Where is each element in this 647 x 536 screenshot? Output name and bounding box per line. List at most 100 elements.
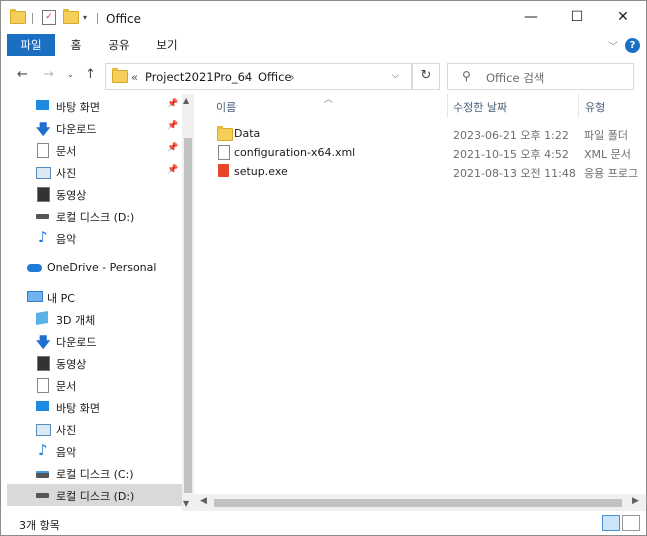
sidebar-item-3d-objects[interactable]: 3D 개체 bbox=[1, 308, 182, 330]
sidebar-scrollbar[interactable]: ▲ ▼ bbox=[182, 94, 194, 511]
download-icon: 🡇 bbox=[36, 122, 51, 138]
pictures-icon bbox=[36, 167, 51, 179]
file-row-data[interactable]: Data 2023-06-21 오후 1:22 파일 폴더 bbox=[209, 124, 646, 143]
drive-icon bbox=[36, 493, 49, 498]
sidebar-item-label: 3D 개체 bbox=[56, 314, 96, 327]
sidebar-item-desktop[interactable]: 바탕 화면 bbox=[1, 396, 182, 418]
sidebar-item-label: 로컬 디스크 (D:) bbox=[56, 211, 135, 224]
new-folder-icon[interactable] bbox=[63, 9, 79, 24]
pictures-icon bbox=[36, 424, 51, 436]
breadcrumb-separator[interactable]: › bbox=[290, 70, 295, 84]
search-box[interactable]: ⚲ Office 검색 bbox=[447, 63, 634, 90]
sidebar-item-drive-c[interactable]: 로컬 디스크 (C:) bbox=[1, 462, 182, 484]
search-input[interactable]: Office 검색 bbox=[486, 70, 544, 86]
sidebar-item-drive-d[interactable]: 로컬 디스크 (D:) bbox=[7, 484, 182, 506]
sidebar-item-label: 문서 bbox=[56, 145, 77, 158]
column-header-date[interactable]: 수정한 날짜 bbox=[453, 99, 507, 115]
forward-arrow-icon[interactable]: → bbox=[43, 67, 54, 82]
navigation-pane: 바탕 화면 📌 🡇 다운로드 📌 문서 📌 사진 📌 동영상 로컬 디스크 (D… bbox=[1, 94, 194, 511]
scroll-right-icon[interactable]: ▶ bbox=[632, 496, 639, 506]
sidebar-item-label: 로컬 디스크 (D:) bbox=[56, 490, 135, 503]
file-type: XML 문서 bbox=[584, 148, 631, 161]
sidebar-item-pictures[interactable]: 사진 📌 bbox=[1, 161, 182, 183]
sidebar-item-this-pc[interactable]: 내 PC bbox=[1, 286, 182, 308]
sidebar-item-onedrive[interactable]: OneDrive - Personal bbox=[1, 257, 182, 279]
minimize-button[interactable]: — bbox=[508, 1, 554, 34]
pin-icon[interactable]: 📌 bbox=[167, 99, 178, 109]
scroll-left-icon[interactable]: ◀ bbox=[200, 496, 207, 506]
xml-file-icon bbox=[218, 145, 230, 160]
search-icon: ⚲ bbox=[462, 69, 471, 83]
help-icon[interactable]: ? bbox=[625, 38, 640, 53]
scroll-down-icon[interactable]: ▼ bbox=[183, 499, 189, 508]
music-icon: ♪ bbox=[38, 441, 48, 459]
file-list: ︿ 이름 수정한 날짜 유형 Data 2023-06-21 오후 1:22 파… bbox=[194, 94, 646, 489]
back-arrow-icon[interactable]: ← bbox=[17, 67, 28, 82]
breadcrumb-item-project[interactable]: Project2021Pro_64 bbox=[145, 70, 252, 84]
sidebar-item-label: 음악 bbox=[56, 233, 77, 246]
sidebar-item-drive-d[interactable]: 로컬 디스크 (D:) bbox=[1, 205, 182, 227]
sidebar-item-label: 사진 bbox=[56, 424, 77, 437]
breadcrumb-item-office[interactable]: Office bbox=[258, 70, 292, 84]
file-date: 2021-08-13 오전 11:48 bbox=[453, 167, 576, 180]
column-header-name[interactable]: 이름 bbox=[216, 99, 236, 115]
sidebar-item-music[interactable]: ♪ 음악 bbox=[1, 440, 182, 462]
column-divider[interactable] bbox=[578, 94, 579, 118]
videos-icon bbox=[37, 187, 50, 202]
3d-objects-icon bbox=[36, 310, 48, 326]
up-arrow-icon[interactable]: ↑ bbox=[85, 67, 96, 82]
sidebar-item-pictures[interactable]: 사진 bbox=[1, 418, 182, 440]
details-view-button[interactable] bbox=[602, 515, 620, 531]
tab-view[interactable]: 보기 bbox=[149, 34, 185, 56]
column-header-type[interactable]: 유형 bbox=[585, 99, 605, 115]
folder-icon bbox=[10, 9, 26, 24]
recent-locations-icon[interactable]: ⌄ bbox=[67, 70, 74, 79]
title-bar: ✓ ▾ Office — ☐ ✕ bbox=[1, 1, 646, 34]
sidebar-item-label: 음악 bbox=[56, 446, 77, 459]
column-divider[interactable] bbox=[447, 94, 448, 118]
breadcrumb-separator[interactable]: › bbox=[244, 70, 249, 84]
scroll-thumb[interactable] bbox=[214, 499, 622, 507]
breadcrumb-overflow[interactable]: « bbox=[131, 70, 138, 84]
download-icon: 🡇 bbox=[36, 335, 51, 351]
refresh-button[interactable]: ↻ bbox=[412, 63, 440, 90]
expand-ribbon-icon[interactable]: ﹀ bbox=[608, 38, 618, 53]
tab-file[interactable]: 파일 bbox=[7, 34, 55, 56]
file-type: 응용 프로그 bbox=[584, 167, 639, 180]
sidebar-item-label: 동영상 bbox=[56, 189, 87, 202]
sidebar-item-documents[interactable]: 문서 bbox=[1, 374, 182, 396]
file-row-xml[interactable]: configuration-x64.xml 2021-10-15 오후 4:52… bbox=[209, 143, 646, 162]
address-bar[interactable]: « Project2021Pro_64 › Office › ⌵ bbox=[105, 63, 412, 90]
sidebar-item-documents[interactable]: 문서 📌 bbox=[1, 139, 182, 161]
tab-home[interactable]: 홈 bbox=[61, 34, 91, 56]
close-button[interactable]: ✕ bbox=[600, 1, 646, 34]
file-type: 파일 폴더 bbox=[584, 129, 628, 142]
sidebar-item-videos[interactable]: 동영상 bbox=[1, 352, 182, 374]
explorer-window: ✓ ▾ Office — ☐ ✕ 파일 홈 공유 보기 ﹀ ? ← → ⌄ ↑ … bbox=[0, 0, 647, 536]
large-icons-view-button[interactable] bbox=[622, 515, 640, 531]
pin-icon[interactable]: 📌 bbox=[167, 121, 178, 131]
office-app-icon bbox=[218, 164, 229, 177]
window-title: Office bbox=[106, 12, 142, 26]
maximize-button[interactable]: ☐ bbox=[554, 1, 600, 34]
properties-icon[interactable]: ✓ bbox=[42, 10, 56, 25]
address-dropdown-icon[interactable]: ⌵ bbox=[392, 71, 399, 81]
sidebar-item-label: 바탕 화면 bbox=[56, 101, 100, 114]
quick-access-dropdown-icon[interactable]: ▾ bbox=[83, 13, 87, 22]
sidebar-item-videos[interactable]: 동영상 bbox=[1, 183, 182, 205]
scroll-up-icon[interactable]: ▲ bbox=[183, 96, 189, 105]
pin-icon[interactable]: 📌 bbox=[167, 143, 178, 153]
tab-share[interactable]: 공유 bbox=[101, 34, 137, 56]
scroll-thumb[interactable] bbox=[184, 138, 192, 493]
documents-icon bbox=[37, 143, 49, 158]
horizontal-scrollbar[interactable]: ◀ ▶ bbox=[194, 494, 646, 511]
sidebar-item-desktop[interactable]: 바탕 화면 📌 bbox=[1, 95, 182, 117]
videos-icon bbox=[37, 356, 50, 371]
sidebar-item-downloads[interactable]: 🡇 다운로드 bbox=[1, 330, 182, 352]
music-icon: ♪ bbox=[38, 228, 48, 246]
folder-icon bbox=[217, 126, 233, 141]
sidebar-item-music[interactable]: ♪ 음악 bbox=[1, 227, 182, 249]
file-row-setup[interactable]: setup.exe 2021-08-13 오전 11:48 응용 프로그 bbox=[209, 162, 646, 181]
pin-icon[interactable]: 📌 bbox=[167, 165, 178, 175]
sidebar-item-downloads[interactable]: 🡇 다운로드 📌 bbox=[1, 117, 182, 139]
